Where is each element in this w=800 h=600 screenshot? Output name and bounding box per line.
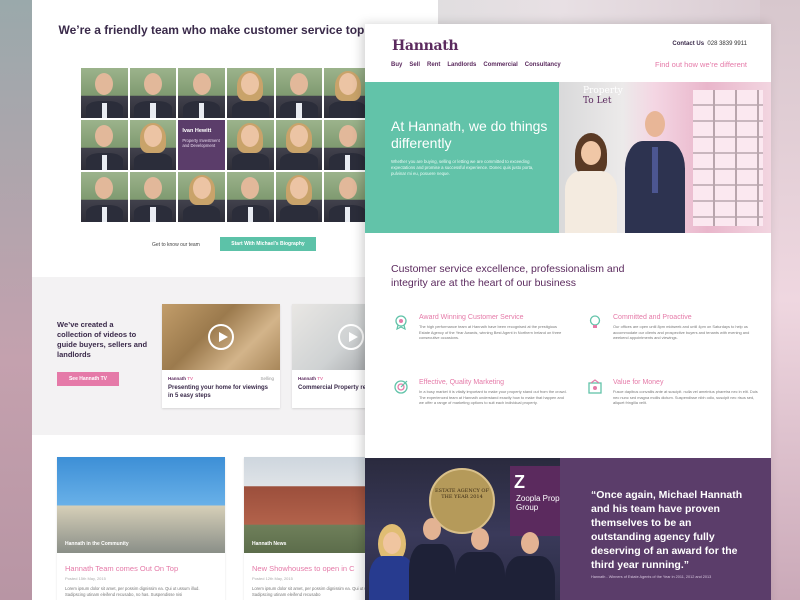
pound-tag-icon — [588, 379, 602, 394]
card-title: Presenting your home for viewings in 5 e… — [168, 385, 269, 399]
feature-title: Effective, Quality Marketing — [419, 379, 505, 386]
team-photo[interactable] — [129, 120, 177, 170]
property-to-let-sign: Property To Let — [583, 86, 623, 106]
contact-info: Contact Us 028 3839 9911 — [672, 41, 747, 47]
contact-link[interactable]: Contact Us — [672, 41, 704, 47]
award-person — [455, 528, 505, 600]
team-photo[interactable] — [275, 120, 323, 170]
team-photo[interactable] — [275, 172, 323, 222]
team-photo[interactable] — [227, 120, 274, 170]
news-date: Posted 15th May, 2015 — [65, 576, 106, 581]
card-brand: Hannath TV — [298, 376, 323, 381]
news-date: Posted 12th May, 2015 — [252, 576, 293, 581]
phone-number: 028 3839 9911 — [707, 41, 747, 47]
sign-line: Property — [583, 86, 623, 96]
team-photo[interactable] — [81, 172, 128, 222]
play-icon[interactable] — [338, 324, 364, 350]
brand-name: Hannath — [298, 376, 316, 381]
tv-badge: TV — [187, 376, 194, 381]
news-excerpt: Lorem ipsum dolor sit amet, per possim d… — [65, 586, 200, 597]
feature-title: Value for Money — [613, 379, 664, 386]
get-to-know-label: Get to know our team — [152, 242, 200, 248]
nav-landlords[interactable]: Landlords — [447, 62, 476, 68]
team-photo[interactable] — [129, 172, 177, 222]
lightbulb-icon — [589, 315, 601, 328]
nav-commercial[interactable]: Commercial — [483, 62, 517, 68]
videos-description: We’ve created a collection of videos to … — [57, 320, 148, 359]
news-card[interactable]: Hannath in the Community Hannath Team co… — [57, 457, 225, 600]
feature-body: Our offices are open until 8pm midweek a… — [613, 324, 750, 341]
award-person — [409, 518, 455, 600]
sponsor-text: Zoopla Prop Group — [516, 494, 560, 512]
video-thumbnail — [162, 304, 280, 370]
team-photo[interactable] — [227, 172, 274, 222]
hannath-tv-button[interactable]: See Hannath TV — [57, 372, 119, 386]
property-board — [693, 90, 763, 226]
play-icon[interactable] — [208, 324, 234, 350]
feature-body: The high performance team at Hannath hav… — [419, 324, 562, 341]
feature-title: Committed and Proactive — [613, 314, 692, 321]
news-title[interactable]: Hannath Team comes Out On Top — [65, 564, 221, 573]
hero-body: Whether you are buying, selling or letti… — [391, 159, 534, 176]
team-photo[interactable] — [129, 68, 177, 118]
award-icon — [395, 315, 407, 330]
hero-section: At Hannath, we do things differently Whe… — [365, 82, 771, 233]
testimonial-source: Hannath - Winners of Estate Agents of th… — [591, 575, 712, 579]
find-out-link[interactable]: Find out how we’re different — [655, 60, 747, 69]
nav-sell[interactable]: Sell — [409, 62, 420, 68]
nav-consultancy[interactable]: Consultancy — [525, 62, 561, 68]
feature-body: Fusce dapibus convallis ante at suscipit… — [613, 389, 758, 406]
hero-title: At Hannath, we do things differently — [391, 118, 548, 151]
testimonial-section: ESTATE AGENCY OF THE YEAR 2014 Z Zoopla P… — [365, 458, 771, 600]
hannath-logo[interactable]: Hannath — [392, 38, 459, 54]
news-category: Hannath News — [252, 541, 287, 547]
sponsor-initial: Z — [514, 472, 525, 492]
plaque-text: ESTATE AGENCY OF THE YEAR 2014 — [435, 488, 489, 500]
testimonial-quote: “Once again, Michael Hannath and his tea… — [591, 489, 743, 571]
news-category: Hannath in the Community — [65, 541, 129, 547]
sponsor-sign: Z Zoopla Prop Group — [510, 466, 560, 536]
sign-line: To Let — [583, 96, 612, 106]
team-photo[interactable] — [81, 68, 128, 118]
member-role: Property Investment and Development — [182, 138, 220, 148]
hero-photo: Property To Let — [559, 82, 771, 233]
team-photo[interactable] — [324, 68, 371, 118]
team-photo[interactable] — [81, 120, 128, 170]
nav-buy[interactable]: Buy — [391, 62, 402, 68]
agent-man — [625, 111, 685, 233]
card-tag: Selling — [260, 376, 274, 381]
team-grid: Ivan Hewitt Property Investment and Deve… — [81, 68, 371, 222]
news-image — [57, 457, 225, 553]
team-photo[interactable] — [178, 68, 225, 118]
right-page: Hannath Contact Us 028 3839 9911 Buy Sel… — [365, 24, 771, 600]
team-photo[interactable] — [324, 120, 371, 170]
tv-badge: TV — [317, 376, 324, 381]
feature-body: In a busy market it is vitally important… — [419, 389, 567, 406]
main-nav: Buy Sell Rent Landlords Commercial Consu… — [391, 62, 561, 68]
team-photo[interactable] — [324, 172, 371, 222]
target-icon — [394, 380, 408, 394]
brand-name: Hannath — [168, 376, 186, 381]
biography-button[interactable]: Start With Michael’s Biography — [220, 237, 316, 251]
team-photo[interactable] — [227, 68, 274, 118]
award-photo: ESTATE AGENCY OF THE YEAR 2014 Z Zoopla P… — [365, 458, 560, 600]
nav-rent[interactable]: Rent — [427, 62, 440, 68]
team-photo[interactable] — [275, 68, 323, 118]
feature-title: Award Winning Customer Service — [419, 314, 524, 321]
team-member-card[interactable]: Ivan Hewitt Property Investment and Deve… — [178, 120, 225, 170]
award-person — [505, 532, 555, 600]
member-name: Ivan Hewitt — [182, 128, 212, 134]
agent-woman — [565, 133, 617, 233]
video-card[interactable]: Hannath TV Selling Presenting your home … — [162, 304, 280, 408]
team-photo[interactable] — [178, 172, 225, 222]
card-brand: Hannath TV — [168, 376, 193, 381]
section-title: Customer service excellence, professiona… — [391, 263, 625, 289]
